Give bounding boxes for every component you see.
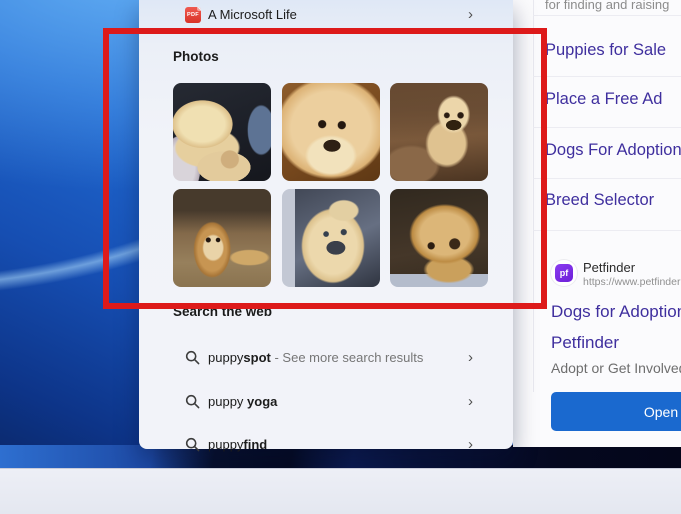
suggestion-puppy-yoga[interactable]: puppy yoga › [147,380,505,422]
browser-results-panel: for finding and raising Puppies for Sale… [513,0,681,447]
result-snippet: for finding and raising [545,0,681,12]
suggestion-text: puppy [208,437,243,452]
petfinder-site-url: https://www.petfinder [583,276,680,288]
suggestion-puppyspot[interactable]: puppyspot - See more search results › [147,336,505,378]
photos-section-header: Photos [173,49,219,64]
petfinder-result-title-line2[interactable]: Petfinder [551,333,619,353]
search-icon [185,350,200,365]
chevron-right-icon: › [468,350,473,365]
suggestion-text: puppy [208,350,243,365]
result-link-dogs-for-adoption[interactable]: Dogs For Adoption [545,141,681,160]
suggestion-text: puppy [208,394,247,409]
taskbar: Puppy PRE T [0,468,681,514]
photo-thumbnail[interactable] [173,83,271,181]
chevron-right-icon: › [468,7,473,22]
result-link-breed-selector[interactable]: Breed Selector [545,191,681,210]
open-button[interactable]: Open [551,392,681,431]
petfinder-favicon-icon: pf [551,260,577,286]
suggestion-puppyfind[interactable]: puppyfind › [147,423,505,465]
suggestion-suffix: - See more search results [271,350,423,365]
search-icon [185,437,200,452]
chevron-right-icon: › [468,437,473,452]
search-web-section-header: Search the web [173,304,272,319]
result-link-puppies-for-sale[interactable]: Puppies for Sale [545,41,681,60]
top-result-label: A Microsoft Life [208,7,297,22]
petfinder-result-description: Adopt or Get Involved [551,360,681,376]
search-flyout-panel: PDF A Microsoft Life › Photos Search the… [139,0,513,449]
photo-thumbnail[interactable] [282,83,380,181]
chevron-right-icon: › [468,394,473,409]
photo-thumbnail[interactable] [390,83,488,181]
top-result-microsoft-life[interactable]: PDF A Microsoft Life › [147,1,505,28]
photo-thumbnail[interactable] [173,189,271,287]
result-link-place-free-ad[interactable]: Place a Free Ad [545,90,681,109]
results-card-edge [533,0,534,392]
photo-thumbnail[interactable] [390,189,488,287]
photo-thumbnail[interactable] [282,189,380,287]
pdf-file-icon: PDF [185,7,201,23]
search-icon [185,394,200,409]
desktop-screen: for finding and raising Puppies for Sale… [0,0,681,514]
petfinder-result-title-line1[interactable]: Dogs for Adoption [551,302,681,322]
petfinder-site-name: Petfinder [583,260,635,275]
